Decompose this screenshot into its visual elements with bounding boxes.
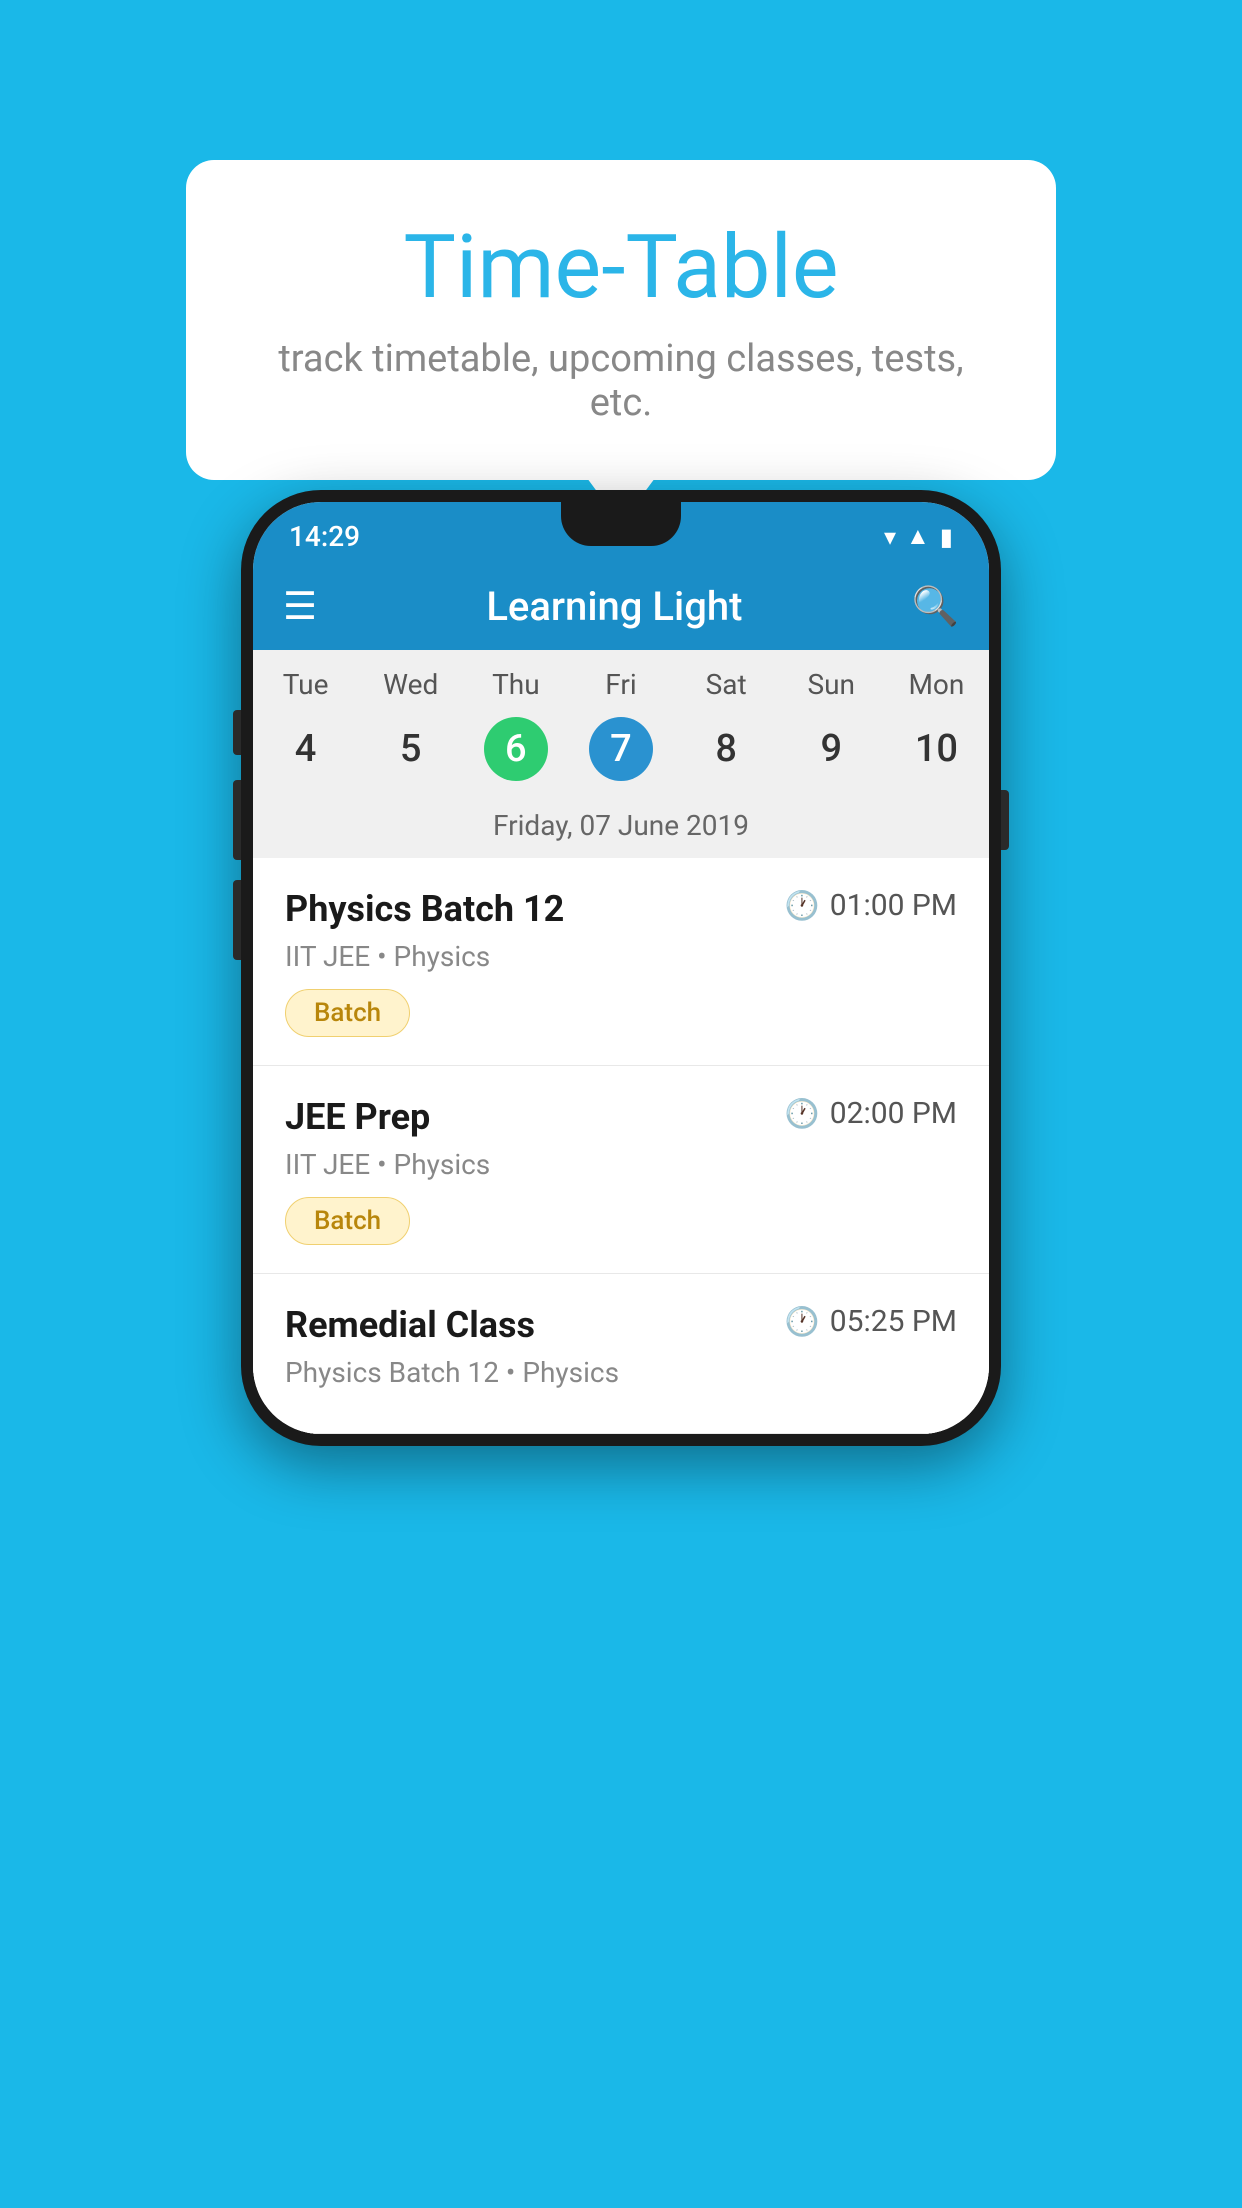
schedule-item-2-title: JEE Prep [285, 1096, 430, 1138]
schedule-item-1-title: Physics Batch 12 [285, 888, 564, 930]
selected-date-label: Friday, 07 June 2019 [253, 799, 989, 858]
day-9[interactable]: 9 [779, 717, 884, 781]
schedule-item-1-meta: IIT JEE • Physics [285, 940, 957, 973]
clock-icon-3: 🕐 [785, 1305, 820, 1338]
day-header-fri[interactable]: Fri [568, 668, 673, 701]
notch [561, 502, 681, 546]
schedule-item-2-meta: IIT JEE • Physics [285, 1148, 957, 1181]
schedule-list: Physics Batch 12 🕐 01:00 PM IIT JEE • Ph… [253, 858, 989, 1434]
schedule-item-1-time: 🕐 01:00 PM [785, 888, 957, 923]
day-header-thu[interactable]: Thu [463, 668, 568, 701]
battery-icon: ▮ [940, 523, 953, 551]
schedule-item-2[interactable]: JEE Prep 🕐 02:00 PM IIT JEE • Physics Ba… [253, 1066, 989, 1274]
schedule-item-2-time: 🕐 02:00 PM [785, 1096, 957, 1131]
day-4[interactable]: 4 [253, 717, 358, 781]
schedule-item-1-time-label: 01:00 PM [830, 888, 957, 923]
batch-badge-2: Batch [285, 1197, 410, 1245]
status-time: 14:29 [289, 520, 360, 553]
volume-up-button [233, 780, 241, 860]
signal-icon: ▲ [906, 522, 930, 551]
silent-button [233, 710, 241, 755]
tooltip-subtitle: track timetable, upcoming classes, tests… [256, 337, 986, 425]
day-headers: Tue Wed Thu Fri Sat Sun Mon [253, 650, 989, 709]
volume-down-button [233, 880, 241, 960]
schedule-item-3[interactable]: Remedial Class 🕐 05:25 PM Physics Batch … [253, 1274, 989, 1434]
hamburger-icon[interactable]: ☰ [283, 588, 317, 626]
top-section: Time-Table track timetable, upcoming cla… [0, 0, 1242, 480]
day-header-sun[interactable]: Sun [779, 668, 884, 701]
tooltip-card: Time-Table track timetable, upcoming cla… [186, 160, 1056, 480]
day-header-mon[interactable]: Mon [884, 668, 989, 701]
tooltip-title: Time-Table [256, 220, 986, 317]
day-header-tue[interactable]: Tue [253, 668, 358, 701]
day-header-sat[interactable]: Sat [674, 668, 779, 701]
phone-mockup: 14:29 ▾ ▲ ▮ ☰ Learning Light 🔍 Tue Wed T… [241, 490, 1001, 1446]
day-8[interactable]: 8 [674, 717, 779, 781]
calendar-strip: Tue Wed Thu Fri Sat Sun Mon 4 5 6 7 [253, 650, 989, 858]
status-icons: ▾ ▲ ▮ [884, 522, 953, 551]
schedule-item-1[interactable]: Physics Batch 12 🕐 01:00 PM IIT JEE • Ph… [253, 858, 989, 1066]
schedule-item-3-title: Remedial Class [285, 1304, 535, 1346]
day-6[interactable]: 6 [463, 717, 568, 781]
wifi-icon: ▾ [884, 523, 896, 551]
power-button [1001, 790, 1009, 850]
schedule-item-3-header: Remedial Class 🕐 05:25 PM [285, 1304, 957, 1346]
day-header-wed[interactable]: Wed [358, 668, 463, 701]
app-bar-title: Learning Light [341, 583, 888, 630]
schedule-item-3-time-label: 05:25 PM [830, 1304, 957, 1339]
schedule-item-2-time-label: 02:00 PM [830, 1096, 957, 1131]
schedule-item-1-header: Physics Batch 12 🕐 01:00 PM [285, 888, 957, 930]
day-numbers: 4 5 6 7 8 9 10 [253, 709, 989, 799]
phone-screen: 14:29 ▾ ▲ ▮ ☰ Learning Light 🔍 Tue Wed T… [253, 502, 989, 1434]
schedule-item-3-time: 🕐 05:25 PM [785, 1304, 957, 1339]
phone-frame: 14:29 ▾ ▲ ▮ ☰ Learning Light 🔍 Tue Wed T… [241, 490, 1001, 1446]
clock-icon-1: 🕐 [785, 889, 820, 922]
app-bar: ☰ Learning Light 🔍 [253, 563, 989, 650]
search-icon[interactable]: 🔍 [912, 585, 959, 629]
schedule-item-2-header: JEE Prep 🕐 02:00 PM [285, 1096, 957, 1138]
batch-badge-1: Batch [285, 989, 410, 1037]
day-circle-selected: 7 [589, 717, 653, 781]
clock-icon-2: 🕐 [785, 1097, 820, 1130]
day-circle-today: 6 [484, 717, 548, 781]
schedule-item-3-meta: Physics Batch 12 • Physics [285, 1356, 957, 1389]
day-10[interactable]: 10 [884, 717, 989, 781]
status-bar: 14:29 ▾ ▲ ▮ [253, 502, 989, 563]
day-5[interactable]: 5 [358, 717, 463, 781]
day-7[interactable]: 7 [568, 717, 673, 781]
